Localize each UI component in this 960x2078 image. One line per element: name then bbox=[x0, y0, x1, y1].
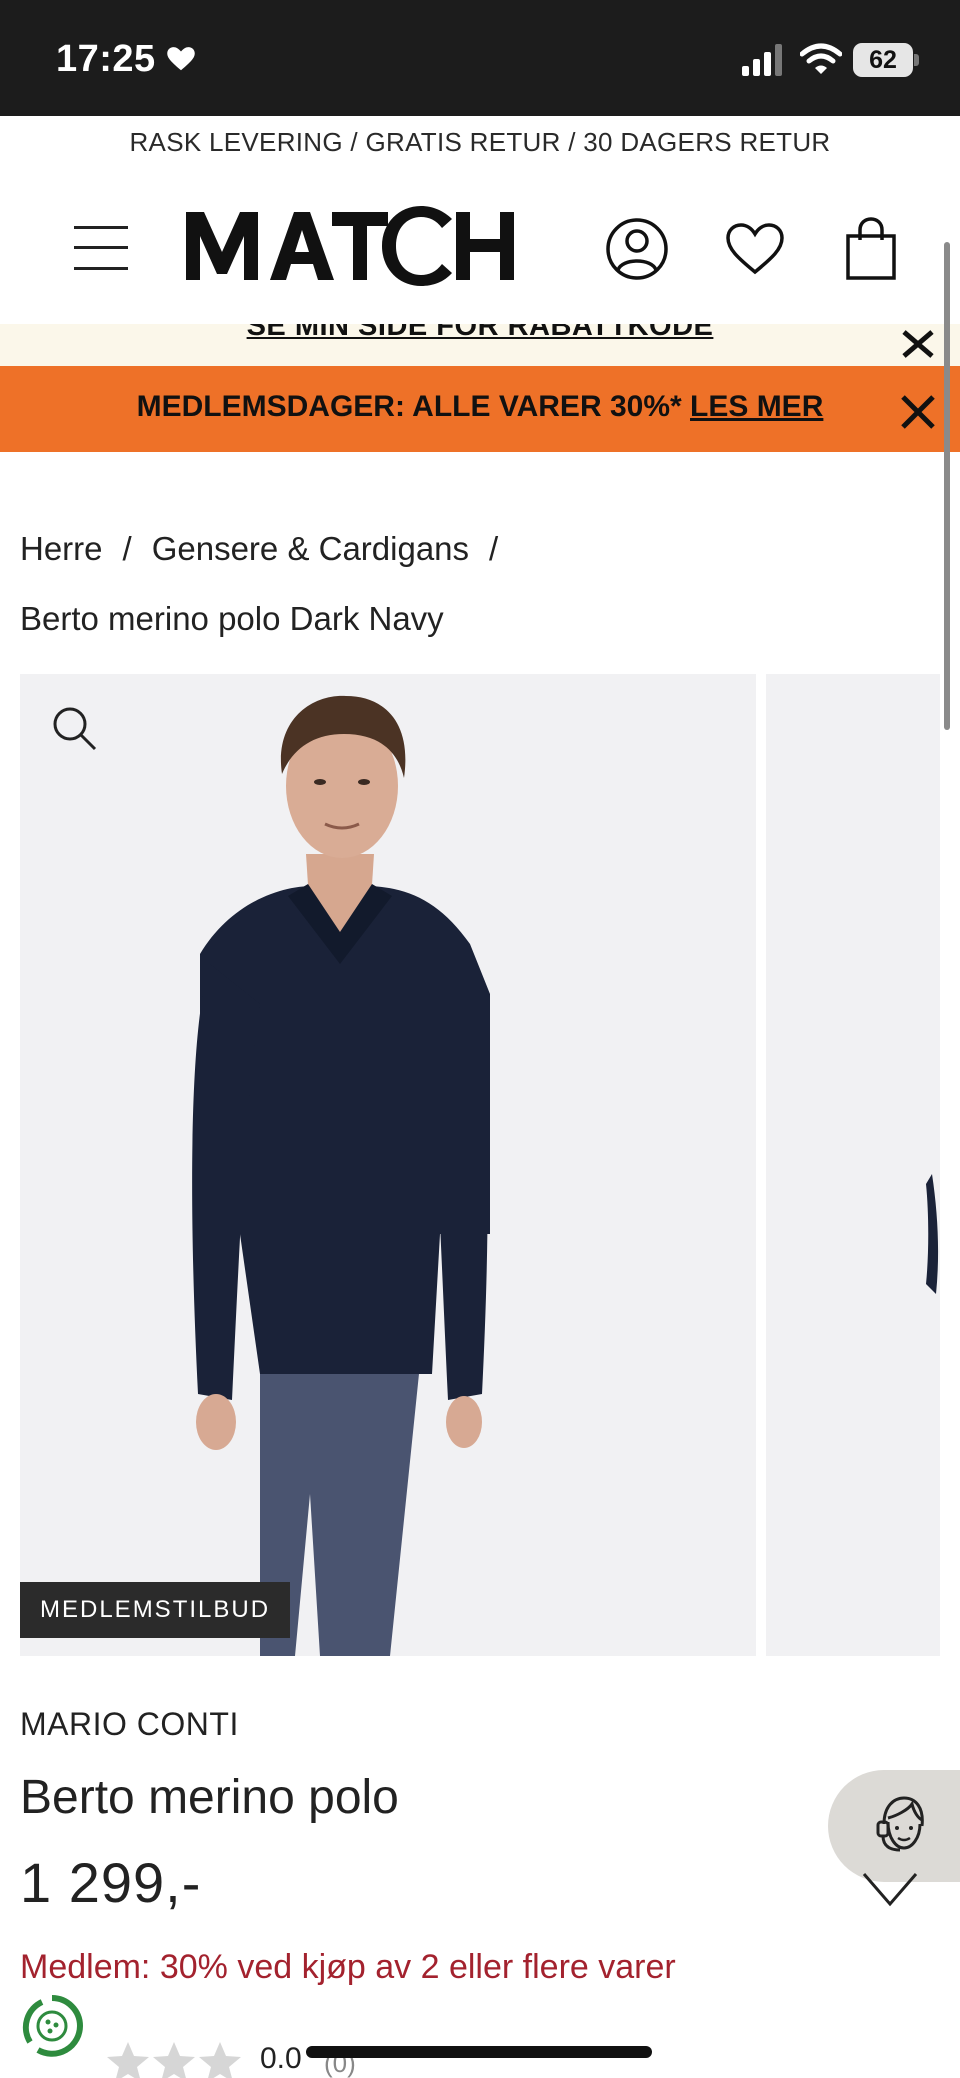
read-more-link[interactable]: LES MER bbox=[690, 390, 823, 423]
model-photo bbox=[192, 695, 490, 1656]
product-gallery[interactable]: MEDLEMSTILBUD bbox=[20, 674, 940, 1656]
status-time: 17:25 bbox=[56, 38, 156, 80]
close-icon[interactable] bbox=[898, 330, 938, 358]
discount-code-text[interactable]: SE MIN SIDE FOR RABATTKODE bbox=[0, 324, 960, 343]
wishlist-icon[interactable] bbox=[860, 1870, 920, 1910]
wishlist-icon[interactable] bbox=[722, 216, 788, 282]
home-indicator[interactable] bbox=[306, 2046, 652, 2058]
wifi-icon bbox=[800, 43, 842, 74]
breadcrumb-separator: / bbox=[122, 530, 132, 567]
battery-indicator: 62 bbox=[853, 43, 913, 77]
rating-stars bbox=[107, 2042, 241, 2078]
match-logo[interactable] bbox=[182, 206, 520, 286]
heart-icon bbox=[167, 47, 195, 71]
member-days-text: MEDLEMSDAGER: ALLE VARER 30%* LES MER bbox=[0, 390, 960, 424]
status-bar: 17:25 62 bbox=[0, 0, 960, 116]
account-icon[interactable] bbox=[604, 216, 670, 282]
member-offer-text: Medlem: 30% ved kjøp av 2 eller flere va… bbox=[20, 1948, 676, 1986]
cart-icon[interactable] bbox=[838, 216, 904, 282]
chat-support-button[interactable] bbox=[828, 1770, 960, 1882]
breadcrumb-link-gensere[interactable]: Gensere & Cardigans bbox=[152, 530, 469, 567]
breadcrumb-separator: / bbox=[489, 530, 499, 567]
product-image-next[interactable] bbox=[766, 674, 940, 1656]
product-image[interactable]: MEDLEMSTILBUD bbox=[20, 674, 756, 1656]
breadcrumb-link-herre[interactable]: Herre bbox=[20, 530, 103, 567]
search-icon[interactable] bbox=[50, 704, 98, 752]
member-offer-badge: MEDLEMSTILBUD bbox=[20, 1582, 291, 1638]
rating-value: 0.0 bbox=[260, 2042, 302, 2075]
menu-icon[interactable] bbox=[74, 226, 128, 270]
star-icon bbox=[153, 2042, 195, 2078]
eco-icon bbox=[22, 1995, 83, 2057]
signal-icon bbox=[742, 44, 782, 76]
star-icon bbox=[199, 2042, 241, 2078]
breadcrumb-current: Berto merino polo Dark Navy bbox=[20, 600, 444, 637]
member-days-label: MEDLEMSDAGER: ALLE VARER 30%* bbox=[136, 390, 682, 423]
site-header bbox=[0, 176, 960, 324]
member-days-banner: MEDLEMSDAGER: ALLE VARER 30%* LES MER bbox=[0, 366, 960, 452]
product-name: Berto merino polo bbox=[20, 1771, 399, 1824]
chat-support-icon bbox=[876, 1796, 924, 1852]
star-icon bbox=[107, 2042, 149, 2078]
page-scrollbar[interactable] bbox=[944, 242, 950, 730]
shipping-info-banner: RASK LEVERING / GRATIS RETUR / 30 DAGERS… bbox=[129, 127, 831, 157]
model-photo-partial bbox=[926, 1174, 939, 1294]
product-brand[interactable]: MARIO CONTI bbox=[20, 1706, 239, 1743]
discount-code-banner[interactable]: SE MIN SIDE FOR RABATTKODE bbox=[0, 324, 960, 366]
close-icon[interactable] bbox=[898, 394, 938, 430]
battery-tip bbox=[914, 54, 919, 66]
product-price: 1 299,- bbox=[20, 1851, 202, 1914]
